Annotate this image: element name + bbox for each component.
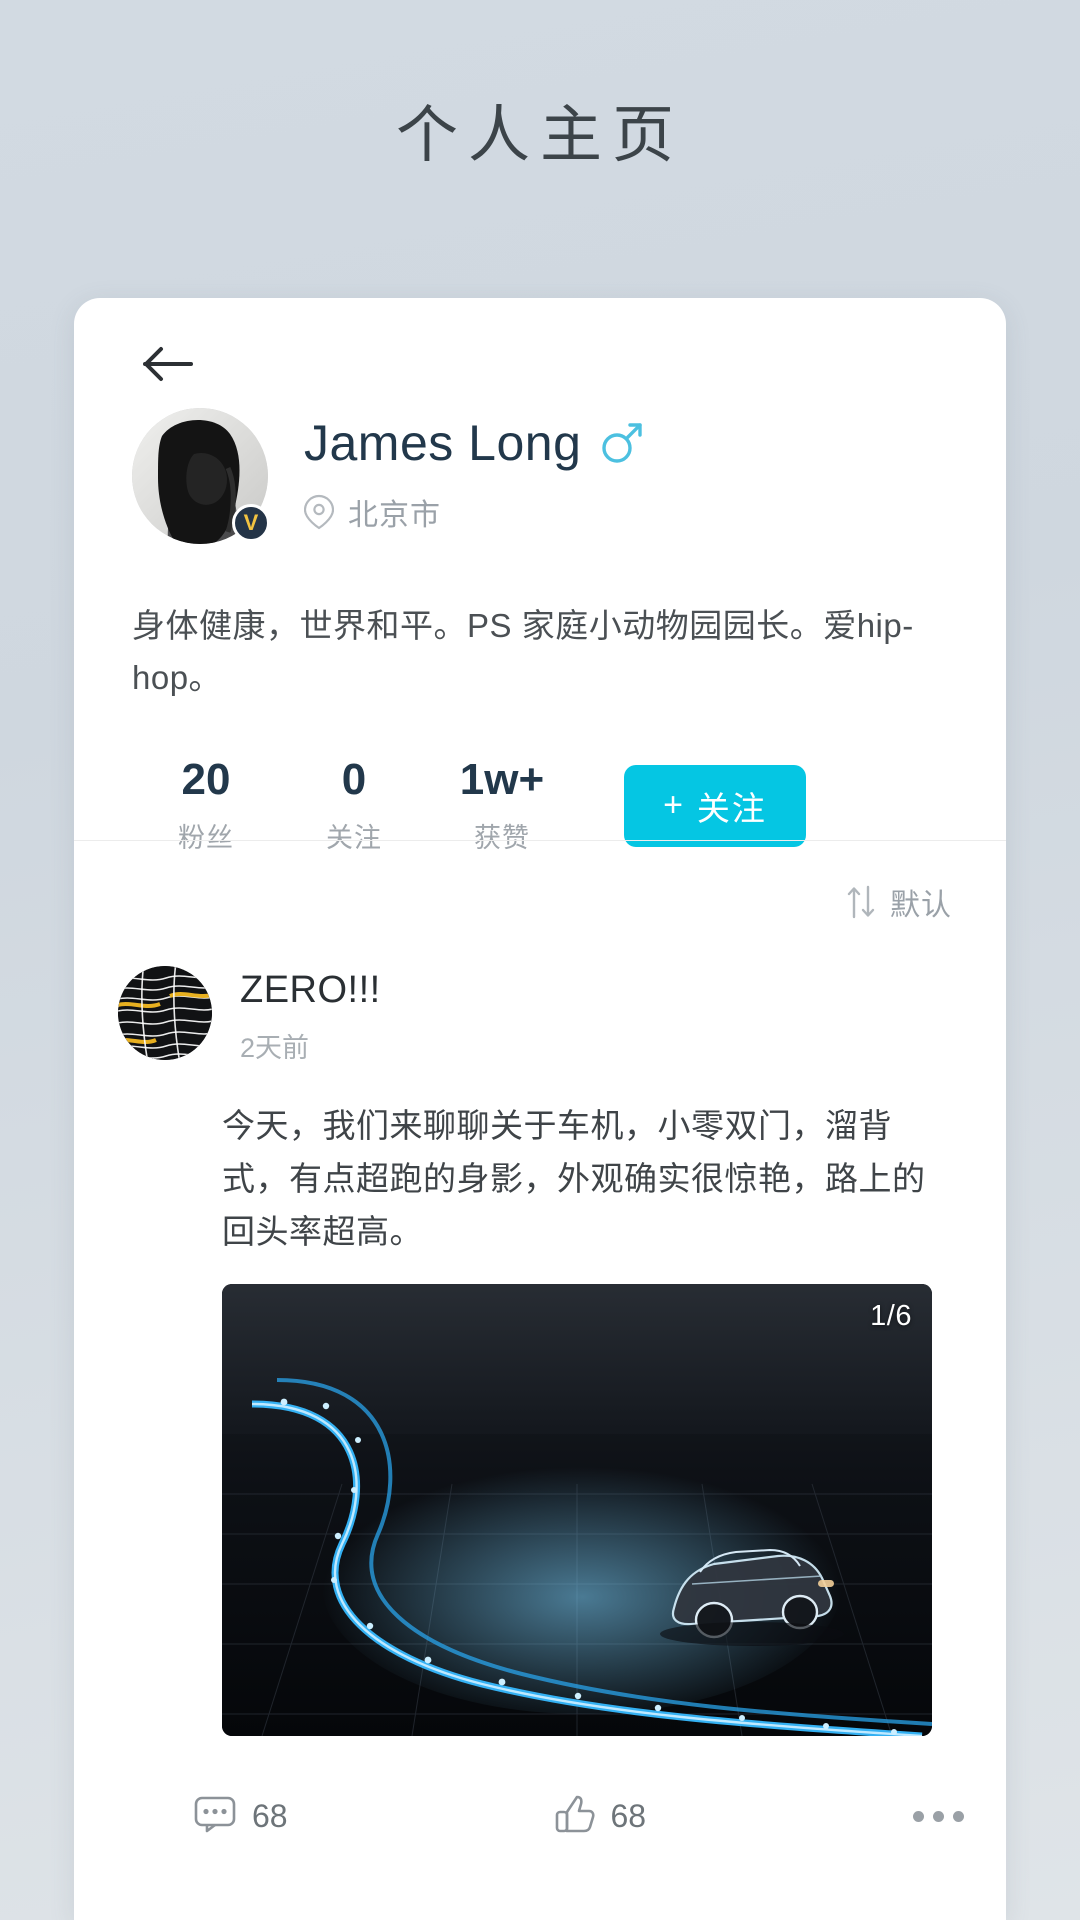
location-text: 北京市 xyxy=(348,499,441,532)
post-timestamp: 2天前 xyxy=(240,1032,310,1063)
like-count: 68 xyxy=(610,1798,647,1834)
profile-card: V James Long 北京市 身体健康，世界和平。PS 家庭小动物园园长。爱… xyxy=(74,298,1006,1920)
stat-value: 20 xyxy=(181,755,231,804)
post-author-avatar[interactable] xyxy=(118,966,212,1060)
more-dots-icon[interactable] xyxy=(913,1811,964,1822)
sort-icon xyxy=(846,885,876,919)
post-meta: ZERO!!! 2天前 xyxy=(240,966,381,1065)
comment-icon xyxy=(194,1795,236,1838)
section-divider xyxy=(74,840,1006,841)
page-header: 个人主页 xyxy=(0,0,1080,298)
identity-row: V James Long 北京市 xyxy=(132,408,948,544)
follow-button-label: 关注 xyxy=(696,789,767,827)
name-row: James Long xyxy=(304,418,645,468)
dot xyxy=(933,1811,944,1822)
thumbs-up-icon xyxy=(555,1794,595,1839)
post-item: ZERO!!! 2天前 今天，我们来聊聊关于车机，小零双门，溜背式，有点超跑的身… xyxy=(74,966,1006,1736)
stat-label: 获赞 xyxy=(474,823,530,854)
verified-badge: V xyxy=(232,504,270,542)
post-header: ZERO!!! 2天前 xyxy=(102,966,966,1065)
post-actions: 68 68 xyxy=(194,1794,964,1839)
sort-label: 默认 xyxy=(890,889,952,922)
male-icon xyxy=(599,420,645,466)
dot xyxy=(913,1811,924,1822)
back-button[interactable] xyxy=(130,326,206,402)
like-action[interactable]: 68 xyxy=(555,1794,647,1839)
sort-control[interactable]: 默认 xyxy=(846,880,952,924)
stat-label: 关注 xyxy=(326,823,382,854)
page-title: 个人主页 xyxy=(395,101,684,170)
post-image[interactable]: 1/6 xyxy=(222,1283,932,1736)
plus-icon: + xyxy=(663,786,685,825)
profile-section: V James Long 北京市 身体健康，世界和平。PS 家庭小动物园园长。爱… xyxy=(74,408,1006,855)
map-pin-icon xyxy=(304,494,334,530)
avatar-wrapper[interactable]: V xyxy=(132,408,270,544)
post-author-name: ZERO!!! xyxy=(240,969,381,1011)
name-block: James Long 北京市 xyxy=(304,408,645,534)
dot xyxy=(953,1811,964,1822)
comment-count: 68 xyxy=(252,1798,288,1834)
comment-action[interactable]: 68 xyxy=(194,1795,288,1838)
arrow-left-icon xyxy=(143,344,193,384)
stat-value: 0 xyxy=(341,755,367,804)
location-row: 北京市 xyxy=(304,490,645,534)
stat-value: 1w+ xyxy=(459,755,545,804)
follow-button[interactable]: + 关注 xyxy=(624,764,806,847)
profile-bio: 身体健康，世界和平。PS 家庭小动物园园长。爱hip-hop。 xyxy=(132,607,914,696)
media-counter: 1/6 xyxy=(870,1299,912,1332)
stat-label: 粉丝 xyxy=(178,823,234,854)
post-text: 今天，我们来聊聊关于车机，小零双门，溜背式，有点超跑的身影，外观确实很惊艳，路上… xyxy=(222,1106,926,1250)
display-name: James Long xyxy=(304,415,582,471)
